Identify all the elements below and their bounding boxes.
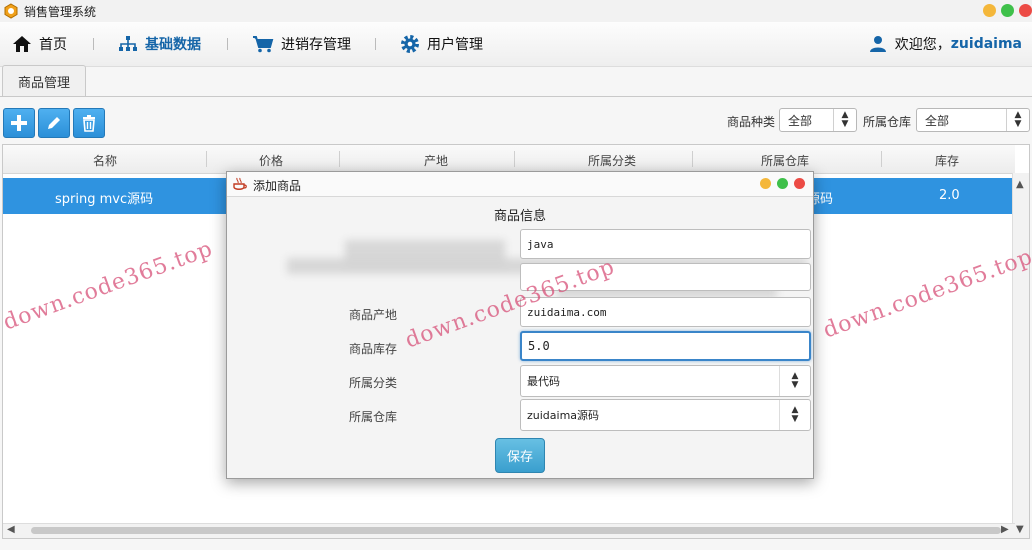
welcome-area: 欢迎您， zuidaima <box>869 32 1022 56</box>
category-select[interactable]: 最代码 ▲ ▼ <box>520 365 811 397</box>
close-button[interactable] <box>1019 4 1032 17</box>
nav-item-label: 进销存管理 <box>281 37 351 53</box>
origin-label: 商品产地 <box>349 308 398 322</box>
welcome-text: 欢迎您， <box>894 37 951 53</box>
warehouse-value: zuidaima源码 <box>527 409 600 422</box>
warehouse-filter-value: 全部 <box>925 113 950 128</box>
scroll-right-icon[interactable]: ▶ <box>1001 524 1009 535</box>
scrollbar-thumb[interactable] <box>31 527 1001 534</box>
vertical-scrollbar[interactable]: ▲ ▼ <box>1012 173 1029 538</box>
minimize-button[interactable] <box>983 4 996 17</box>
stock-label: 商品库存 <box>349 342 398 356</box>
delete-product-button[interactable] <box>73 108 105 138</box>
nav-divider <box>93 38 94 50</box>
cart-icon <box>253 36 274 53</box>
nav-divider <box>375 38 376 50</box>
cell-stock: 2.0 <box>939 188 960 203</box>
column-header-name[interactable]: 名称 <box>93 152 117 169</box>
origin-value: zuidaima.com <box>527 305 607 319</box>
pencil-icon <box>48 117 60 129</box>
warehouse-filter-select[interactable]: 全部 ▲ ▼ <box>916 108 1030 132</box>
category-filter-select[interactable]: 全部 ▲ ▼ <box>779 108 857 132</box>
home-icon <box>13 36 31 52</box>
product-name-value: java <box>527 237 554 251</box>
column-header-origin[interactable]: 产地 <box>424 152 448 169</box>
trash-icon <box>83 115 95 132</box>
column-divider <box>514 151 515 167</box>
main-nav: 首页 基础数据 进销存管理 用户管理 欢迎您， zuidaima <box>0 22 1032 67</box>
scroll-down-icon[interactable]: ▼ <box>1016 524 1024 535</box>
java-cup-icon <box>233 177 247 190</box>
cell-name: spring mvc源码 <box>55 192 154 207</box>
column-divider <box>881 151 882 167</box>
app-logo-icon <box>4 3 18 19</box>
product-name-field[interactable]: java <box>520 229 811 259</box>
spinner-arrows-icon: ▲ ▼ <box>779 366 810 396</box>
user-icon <box>869 36 886 52</box>
dialog-title: 添加商品 <box>253 179 302 193</box>
column-divider <box>339 151 340 167</box>
column-header-price[interactable]: 价格 <box>259 152 283 169</box>
maximize-button[interactable] <box>1001 4 1014 17</box>
column-divider <box>692 151 693 167</box>
add-product-dialog: 添加商品 商品信息 java 商品产地 zuidaima.com 商品库存 5.… <box>226 171 814 479</box>
save-button[interactable]: 保存 <box>495 438 545 473</box>
origin-field[interactable]: zuidaima.com <box>520 297 811 327</box>
spinner-arrows-icon: ▲ ▼ <box>779 400 810 430</box>
warehouse-label: 所属仓库 <box>349 410 398 424</box>
stock-field[interactable]: 5.0 <box>520 331 811 361</box>
dialog-minimize-button[interactable] <box>760 178 771 189</box>
dialog-close-button[interactable] <box>794 178 805 189</box>
spinner-arrows-icon: ▲ ▼ <box>833 109 856 131</box>
nav-item-home[interactable]: 首页 <box>12 32 67 56</box>
tab-divider <box>0 96 1032 97</box>
window-title: 销售管理系统 <box>24 5 97 19</box>
category-filter-value: 全部 <box>788 113 813 128</box>
nav-item-label: 基础数据 <box>145 37 201 53</box>
nav-item-label: 用户管理 <box>427 37 483 53</box>
title-bar: 销售管理系统 <box>0 0 1032 23</box>
section-title: 商品信息 <box>493 209 546 224</box>
nav-item-users[interactable]: 用户管理 <box>400 32 483 56</box>
warehouse-filter-label: 所属仓库 <box>863 115 912 129</box>
nav-item-inventory[interactable]: 进销存管理 <box>252 32 351 56</box>
username: zuidaima <box>950 36 1022 52</box>
spinner-arrows-icon: ▲ ▼ <box>1006 109 1029 131</box>
scroll-up-icon[interactable]: ▲ <box>1016 179 1024 190</box>
stock-value: 5.0 <box>528 339 550 353</box>
warehouse-select[interactable]: zuidaima源码 ▲ ▼ <box>520 399 811 431</box>
plus-icon <box>11 115 27 131</box>
scroll-left-icon[interactable]: ◀ <box>7 524 15 535</box>
column-header-stock[interactable]: 库存 <box>935 152 959 169</box>
column-divider <box>206 151 207 167</box>
nav-divider <box>227 38 228 50</box>
network-icon <box>119 36 137 51</box>
dialog-title-bar: 添加商品 <box>227 172 813 197</box>
nav-item-basic-data[interactable]: 基础数据 <box>118 32 201 56</box>
table-header: 名称 价格 产地 所属分类 所属仓库 库存 <box>3 145 1015 174</box>
edit-product-button[interactable] <box>38 108 70 138</box>
dialog-maximize-button[interactable] <box>777 178 788 189</box>
gear-icon <box>401 35 419 53</box>
category-filter-label: 商品种类 <box>727 115 776 129</box>
column-header-category[interactable]: 所属分类 <box>588 152 636 169</box>
nav-item-label: 首页 <box>39 37 67 53</box>
tab-product-management[interactable]: 商品管理 <box>2 65 86 96</box>
column-header-warehouse[interactable]: 所属仓库 <box>761 152 809 169</box>
category-label: 所属分类 <box>349 376 398 390</box>
add-product-button[interactable] <box>3 108 35 138</box>
category-value: 最代码 <box>527 375 560 388</box>
horizontal-scrollbar[interactable]: ◀ ▶ <box>3 523 1015 538</box>
